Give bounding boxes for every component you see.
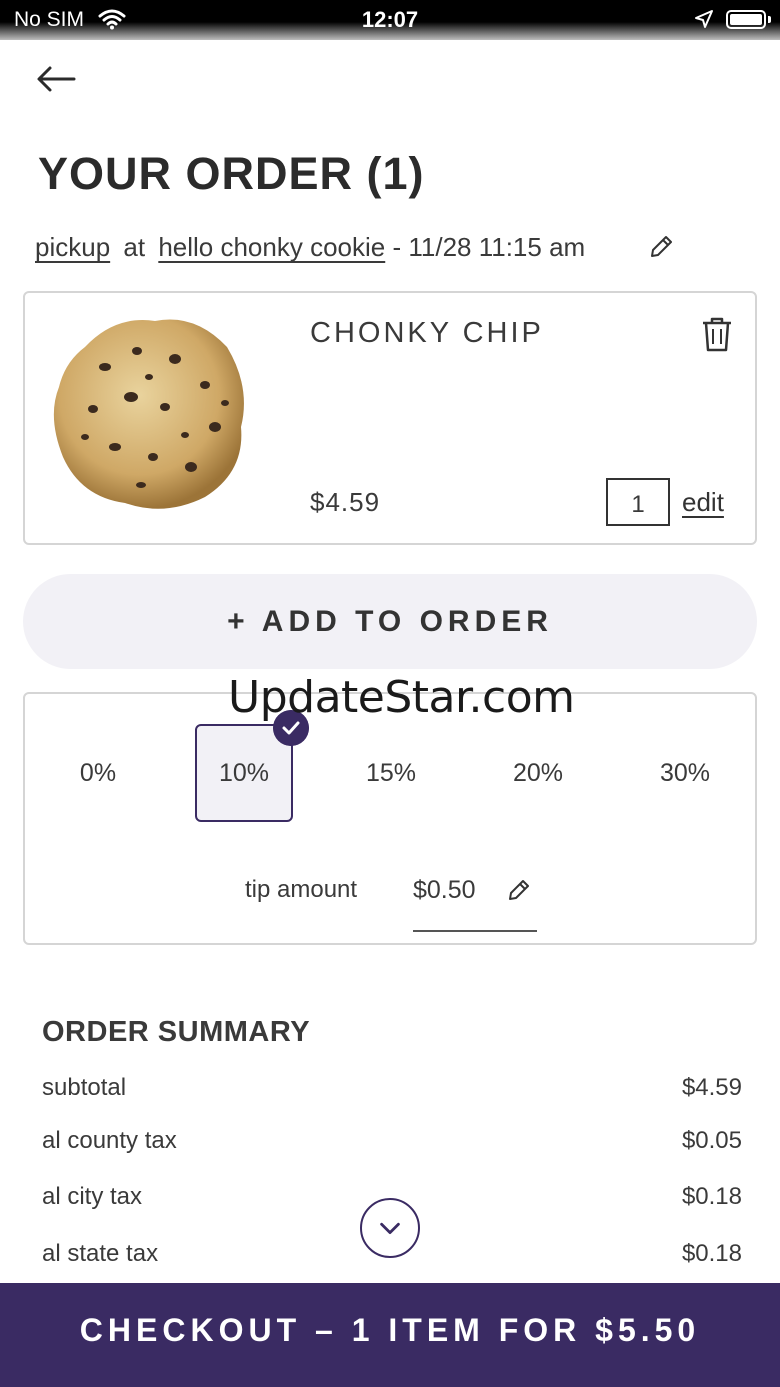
tip-amount-value: $0.50 — [413, 876, 476, 904]
item-name: CHONKY CHIP — [310, 317, 544, 349]
pencil-icon[interactable] — [648, 234, 674, 260]
page-title: YOUR ORDER (1) — [38, 148, 425, 199]
pickup-at-label: at — [123, 232, 146, 262]
tip-card: 0% 10% 15% 20% 30% tip amount $0.50 — [23, 692, 757, 945]
battery-icon — [726, 10, 766, 29]
pickup-datetime: - 11/28 11:15 am — [392, 232, 586, 262]
trash-icon[interactable] — [699, 315, 735, 353]
summary-label: subtotal — [42, 1074, 127, 1101]
summary-label: al state tax — [42, 1240, 159, 1267]
edit-item-link[interactable]: edit — [682, 487, 724, 518]
summary-label: al county tax — [42, 1127, 177, 1154]
quantity-field[interactable]: 1 — [606, 478, 670, 526]
chevron-down-icon[interactable] — [360, 1198, 420, 1258]
watermark-text: UpdateStar.com — [228, 672, 575, 723]
tip-amount-field[interactable]: $0.50 — [413, 860, 537, 932]
item-price: $4.59 — [310, 487, 381, 517]
add-to-order-button[interactable]: + ADD TO ORDER — [23, 574, 757, 669]
summary-value: $0.05 — [681, 1127, 742, 1154]
summary-value: $4.59 — [681, 1074, 742, 1101]
summary-value: $0.18 — [681, 1183, 742, 1210]
summary-label: al city tax — [42, 1183, 143, 1210]
status-bar: No SIM 12:07 — [0, 0, 780, 40]
pickup-details: pickup at hello chonky cookie - 11/28 11… — [35, 232, 585, 263]
location-arrow-icon — [695, 10, 713, 28]
order-item-card: CHONKY CHIP $4.59 1 edit — [23, 291, 757, 545]
back-arrow-icon[interactable] — [34, 62, 80, 96]
clock: 12:07 — [361, 7, 419, 32]
tip-option-15[interactable]: 15% — [342, 724, 440, 822]
tip-amount-label: tip amount — [245, 876, 358, 903]
summary-value: $0.18 — [681, 1240, 742, 1267]
tip-option-20[interactable]: 20% — [489, 724, 587, 822]
order-summary-title: ORDER SUMMARY — [42, 1016, 311, 1048]
pickup-mode-link[interactable]: pickup — [35, 232, 110, 262]
tip-option-0[interactable]: 0% — [49, 724, 147, 822]
pencil-icon[interactable] — [507, 878, 531, 902]
pickup-location-link[interactable]: hello chonky cookie — [158, 232, 385, 262]
cookie-image — [53, 319, 244, 509]
battery-tip — [768, 16, 771, 23]
tip-option-30[interactable]: 30% — [636, 724, 734, 822]
checkout-button[interactable]: CHECKOUT – 1 ITEM FOR $5.50 — [0, 1283, 780, 1387]
